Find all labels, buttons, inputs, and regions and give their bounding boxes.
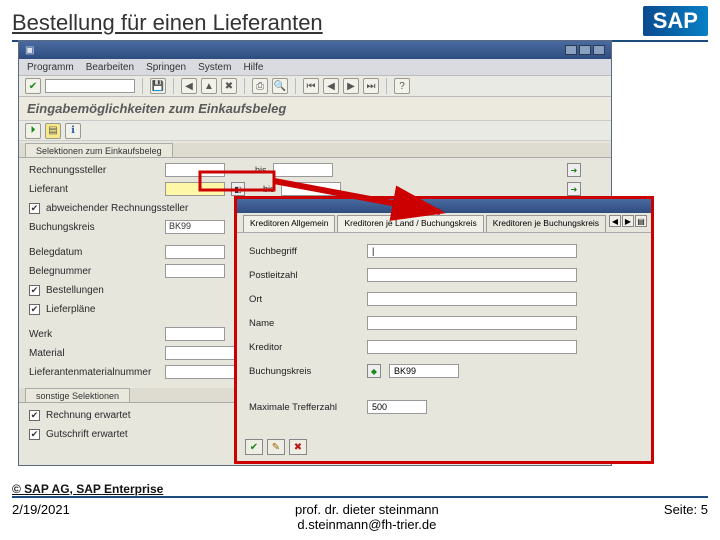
field-lieferant-high[interactable] bbox=[281, 182, 341, 196]
field-name[interactable] bbox=[367, 316, 577, 330]
range-indicator[interactable] bbox=[367, 364, 381, 378]
menu-programm[interactable]: Programm bbox=[27, 62, 74, 73]
close-button[interactable] bbox=[593, 45, 605, 55]
section1-tab[interactable]: Selektionen zum Einkaufsbeleg bbox=[25, 143, 173, 157]
menubar: Programm Bearbeiten Springen System Hilf… bbox=[19, 59, 611, 75]
label-lieferplaene: Lieferpläne bbox=[46, 304, 95, 315]
section2-tab[interactable]: sonstige Selektionen bbox=[25, 388, 130, 402]
popup-cancel-button[interactable]: ✖ bbox=[289, 439, 307, 455]
label-material: Material bbox=[29, 348, 159, 359]
field-suchbegriff[interactable]: | bbox=[367, 244, 577, 258]
field-werk-low[interactable] bbox=[165, 327, 225, 341]
field-rechnungssteller-high[interactable] bbox=[273, 163, 333, 177]
search-help-button[interactable]: ◧ bbox=[231, 182, 245, 196]
checkbox-rechnung-erwartet[interactable]: ✔ bbox=[29, 410, 40, 421]
info-button[interactable]: ℹ bbox=[65, 123, 81, 139]
screen-title: Eingabemöglichkeiten zum Einkaufsbeleg bbox=[19, 97, 611, 121]
label-suchbegriff: Suchbegriff bbox=[249, 246, 359, 257]
footer-author: prof. dr. dieter steinmann bbox=[70, 502, 664, 517]
execute-button[interactable]: ⏵ bbox=[25, 123, 41, 139]
menu-springen[interactable]: Springen bbox=[146, 62, 186, 73]
label-belegnummer: Belegnummer bbox=[29, 266, 159, 277]
main-toolbar: ✔ 💾 ◀ ▲ ✖ ⎙ 🔍 ⏮ ◀ ▶ ⏭ ? bbox=[19, 75, 611, 97]
back-button[interactable]: ◀ bbox=[181, 78, 197, 94]
multi-select-button-2[interactable] bbox=[567, 182, 581, 196]
checkbox-lieferplaene[interactable]: ✔ bbox=[29, 304, 40, 315]
tab-kreditoren-bk[interactable]: Kreditoren je Buchungskreis bbox=[486, 215, 606, 232]
menu-hilfe[interactable]: Hilfe bbox=[243, 62, 263, 73]
next-page-button[interactable]: ▶ bbox=[343, 78, 359, 94]
label-plz: Postleitzahl bbox=[249, 270, 359, 281]
field-buchungskreis-low[interactable]: BK99 bbox=[165, 220, 225, 234]
variant-button[interactable]: ▤ bbox=[45, 123, 61, 139]
label-rechnungssteller: Rechnungssteller bbox=[29, 165, 159, 176]
tab-list-button[interactable]: ▤ bbox=[635, 215, 647, 227]
prev-page-button[interactable]: ◀ bbox=[323, 78, 339, 94]
command-field[interactable] bbox=[45, 79, 135, 93]
section1-tabstrip: Selektionen zum Einkaufsbeleg bbox=[19, 143, 611, 158]
popup-titlebar bbox=[237, 199, 651, 213]
minimize-button[interactable] bbox=[565, 45, 577, 55]
field-max-treffer[interactable]: 500 bbox=[367, 400, 427, 414]
label-abw-rechnungssteller: abweichender Rechnungssteller bbox=[46, 203, 188, 214]
window-titlebar: ▣ bbox=[19, 41, 611, 59]
tab-scroll-right[interactable]: ▶ bbox=[622, 215, 634, 227]
sap-logo: SAP bbox=[643, 6, 708, 36]
label-popup-buchungskreis: Buchungskreis bbox=[249, 366, 359, 377]
label-ort: Ort bbox=[249, 294, 359, 305]
label-liefmatnr: Lieferantenmaterialnummer bbox=[29, 367, 159, 378]
label-werk: Werk bbox=[29, 329, 159, 340]
menu-bearbeiten[interactable]: Bearbeiten bbox=[86, 62, 134, 73]
print-button[interactable]: ⎙ bbox=[252, 78, 268, 94]
label-rechnung-erwartet: Rechnung erwartet bbox=[46, 410, 131, 421]
help-button[interactable]: ? bbox=[394, 78, 410, 94]
label-bestellungen: Bestellungen bbox=[46, 285, 104, 296]
find-button[interactable]: 🔍 bbox=[272, 78, 288, 94]
field-rechnungssteller-low[interactable] bbox=[165, 163, 225, 177]
label-name: Name bbox=[249, 318, 359, 329]
window-controls bbox=[565, 45, 605, 55]
exit-button[interactable]: ▲ bbox=[201, 78, 217, 94]
label-lieferant: Lieferant bbox=[29, 184, 159, 195]
footer-page: Seite: 5 bbox=[664, 502, 708, 517]
window-sys-icon: ▣ bbox=[25, 45, 34, 56]
field-lieferant-low[interactable] bbox=[165, 182, 225, 196]
field-kreditor[interactable] bbox=[367, 340, 577, 354]
label-buchungskreis: Buchungskreis bbox=[29, 222, 159, 233]
app-toolbar: ⏵ ▤ ℹ bbox=[19, 121, 611, 141]
tab-kreditoren-land-bk[interactable]: Kreditoren je Land / Buchungskreis bbox=[337, 215, 483, 232]
first-page-button[interactable]: ⏮ bbox=[303, 78, 319, 94]
last-page-button[interactable]: ⏭ bbox=[363, 78, 379, 94]
search-help-popup: Kreditoren Allgemein Kreditoren je Land … bbox=[234, 196, 654, 464]
field-ort[interactable] bbox=[367, 292, 577, 306]
tab-scroll-left[interactable]: ◀ bbox=[609, 215, 621, 227]
copyright-text: © SAP AG, SAP Enterprise bbox=[12, 482, 163, 496]
menu-system[interactable]: System bbox=[198, 62, 231, 73]
label-max-treffer: Maximale Trefferzahl bbox=[249, 402, 359, 413]
label-belegdatum: Belegdatum bbox=[29, 247, 159, 258]
label-gutschrift-erwartet: Gutschrift erwartet bbox=[46, 429, 128, 440]
enter-button[interactable]: ✔ bbox=[25, 78, 41, 94]
checkbox-abw-rechnungssteller[interactable]: ✔ bbox=[29, 203, 40, 214]
maximize-button[interactable] bbox=[579, 45, 591, 55]
save-button[interactable]: 💾 bbox=[150, 78, 166, 94]
field-popup-buchungskreis[interactable]: BK99 bbox=[389, 364, 459, 378]
checkbox-bestellungen[interactable]: ✔ bbox=[29, 285, 40, 296]
footer-date: 2/19/2021 bbox=[12, 502, 70, 517]
popup-tabstrip: Kreditoren Allgemein Kreditoren je Land … bbox=[237, 213, 651, 233]
field-belegnummer-low[interactable] bbox=[165, 264, 225, 278]
field-belegdatum-low[interactable] bbox=[165, 245, 225, 259]
footer-email: d.steinmann@fh-trier.de bbox=[70, 517, 664, 532]
popup-new-button[interactable]: ✎ bbox=[267, 439, 285, 455]
label-kreditor: Kreditor bbox=[249, 342, 359, 353]
slide-title: Bestellung für einen Lieferanten bbox=[12, 10, 323, 36]
checkbox-gutschrift-erwartet[interactable]: ✔ bbox=[29, 429, 40, 440]
tab-kreditoren-allgemein[interactable]: Kreditoren Allgemein bbox=[243, 215, 335, 232]
popup-ok-button[interactable]: ✔ bbox=[245, 439, 263, 455]
cancel-button[interactable]: ✖ bbox=[221, 78, 237, 94]
field-plz[interactable] bbox=[367, 268, 577, 282]
multi-select-button[interactable] bbox=[567, 163, 581, 177]
